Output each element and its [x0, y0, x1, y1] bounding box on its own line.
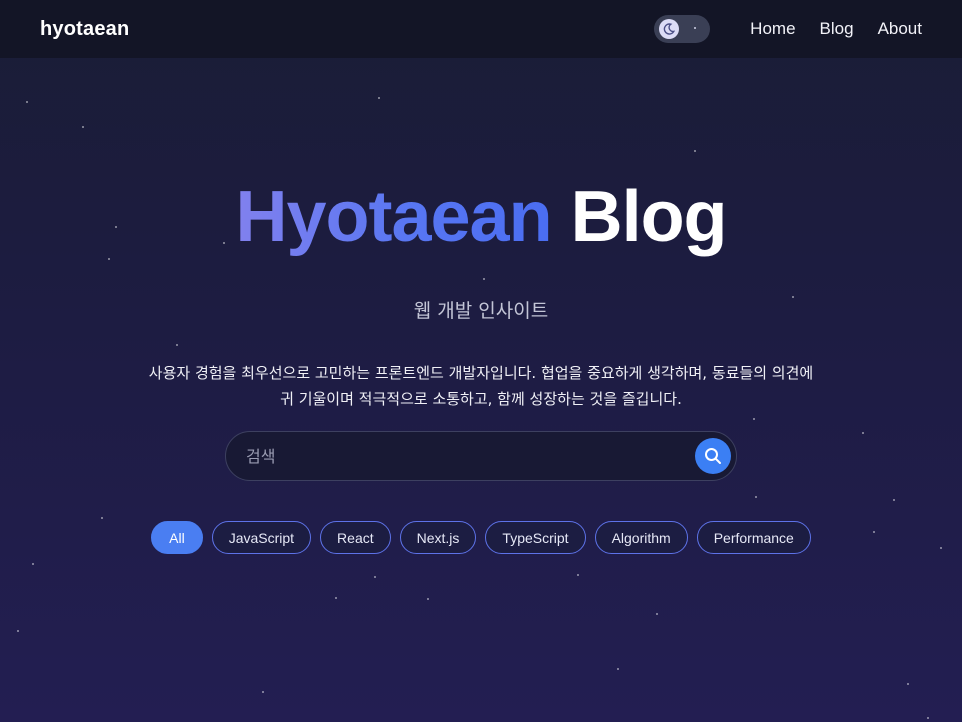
nav-about-link[interactable]: About	[878, 19, 922, 39]
brand-logo[interactable]: hyotaean	[40, 18, 129, 41]
top-navbar: hyotaean Home Blog About	[0, 0, 962, 58]
hero-subtitle: 웹 개발 인사이트	[413, 300, 549, 322]
search-bar	[225, 431, 737, 481]
nav-home-link[interactable]: Home	[750, 19, 795, 39]
tag-all[interactable]: All	[151, 521, 203, 554]
search-input[interactable]	[246, 432, 686, 480]
moon-icon	[659, 19, 680, 39]
theme-toggle[interactable]	[654, 15, 711, 43]
hero-title: Hyotaean Blog	[0, 176, 962, 258]
star-dot-icon	[694, 27, 697, 29]
main-nav: Home Blog About	[654, 15, 922, 43]
tag-nextjs[interactable]: Next.js	[399, 521, 477, 554]
tag-typescript[interactable]: TypeScript	[485, 521, 586, 554]
search-icon	[705, 448, 721, 464]
tag-javascript[interactable]: JavaScript	[211, 521, 312, 554]
hero-title-accent: Hyotaean	[235, 177, 552, 257]
hero-title-plain: Blog	[570, 177, 728, 257]
search-button[interactable]	[695, 438, 731, 474]
tag-performance[interactable]: Performance	[696, 521, 811, 554]
tag-algorithm[interactable]: Algorithm	[594, 521, 688, 554]
hero-intro-text: 사용자 경험을 최우선으로 고민하는 프론트엔드 개발자입니다. 협업을 중요하…	[148, 364, 814, 408]
tag-filter-list: All JavaScript React Next.js TypeScript …	[0, 521, 962, 554]
tag-react[interactable]: React	[320, 521, 391, 554]
nav-blog-link[interactable]: Blog	[820, 19, 854, 39]
